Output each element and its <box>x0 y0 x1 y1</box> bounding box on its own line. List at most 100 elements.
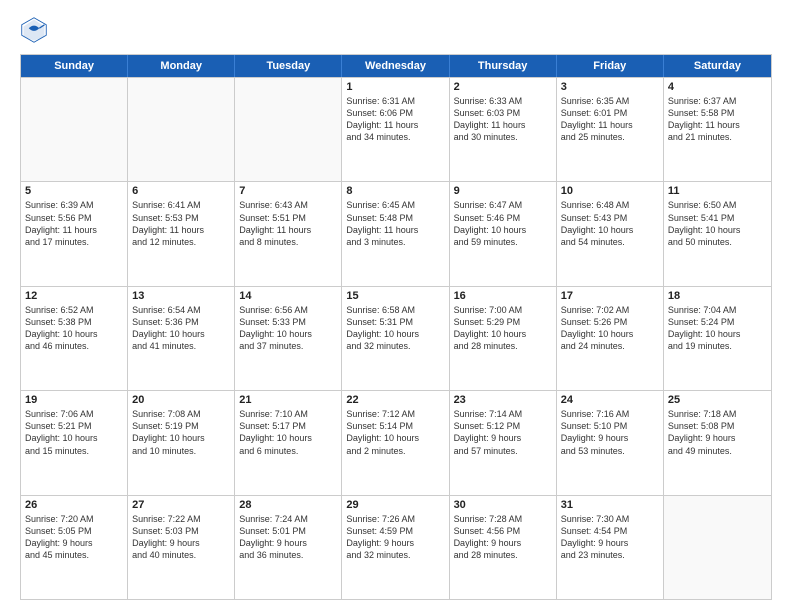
calendar-cell: 18 Sunrise: 7:04 AM Sunset: 5:24 PM Dayli… <box>664 287 771 390</box>
day-number: 1 <box>346 81 444 93</box>
cell-text: Sunrise: 7:00 AM Sunset: 5:29 PM Dayligh… <box>454 304 552 353</box>
logo <box>20 16 52 44</box>
weekday-header: Saturday <box>664 55 771 77</box>
cell-text: Sunrise: 7:06 AM Sunset: 5:21 PM Dayligh… <box>25 408 123 457</box>
day-number: 9 <box>454 185 552 197</box>
cell-text: Sunrise: 6:54 AM Sunset: 5:36 PM Dayligh… <box>132 304 230 353</box>
day-number: 5 <box>25 185 123 197</box>
weekday-header: Wednesday <box>342 55 449 77</box>
cell-text: Sunrise: 7:24 AM Sunset: 5:01 PM Dayligh… <box>239 513 337 562</box>
calendar-cell: 9Sunrise: 6:47 AM Sunset: 5:46 PM Daylig… <box>450 182 557 285</box>
weekday-header: Tuesday <box>235 55 342 77</box>
calendar-cell: 20 Sunrise: 7:08 AM Sunset: 5:19 PM Dayli… <box>128 391 235 494</box>
day-number: 6 <box>132 185 230 197</box>
day-number: 17 <box>561 290 659 302</box>
calendar-cell: 31 Sunrise: 7:30 AM Sunset: 4:54 PM Dayli… <box>557 496 664 599</box>
day-number: 12 <box>25 290 123 302</box>
cell-text: Sunrise: 7:26 AM Sunset: 4:59 PM Dayligh… <box>346 513 444 562</box>
cell-text: Sunrise: 7:20 AM Sunset: 5:05 PM Dayligh… <box>25 513 123 562</box>
weekday-header: Monday <box>128 55 235 77</box>
calendar-cell: 30Sunrise: 7:28 AM Sunset: 4:56 PM Dayli… <box>450 496 557 599</box>
cell-text: Sunrise: 7:14 AM Sunset: 5:12 PM Dayligh… <box>454 408 552 457</box>
day-number: 13 <box>132 290 230 302</box>
calendar-row: 5 Sunrise: 6:39 AM Sunset: 5:56 PM Daylig… <box>21 181 771 285</box>
day-number: 26 <box>25 499 123 511</box>
day-number: 28 <box>239 499 337 511</box>
day-number: 18 <box>668 290 767 302</box>
calendar-cell: 22Sunrise: 7:12 AM Sunset: 5:14 PM Dayli… <box>342 391 449 494</box>
day-number: 16 <box>454 290 552 302</box>
calendar-cell: 29 Sunrise: 7:26 AM Sunset: 4:59 PM Dayli… <box>342 496 449 599</box>
calendar-row: 12 Sunrise: 6:52 AM Sunset: 5:38 PM Dayli… <box>21 286 771 390</box>
calendar-cell: 13 Sunrise: 6:54 AM Sunset: 5:36 PM Dayli… <box>128 287 235 390</box>
calendar-cell: 4 Sunrise: 6:37 AM Sunset: 5:58 PM Daylig… <box>664 78 771 181</box>
cell-text: Sunrise: 7:08 AM Sunset: 5:19 PM Dayligh… <box>132 408 230 457</box>
day-number: 2 <box>454 81 552 93</box>
cell-text: Sunrise: 6:58 AM Sunset: 5:31 PM Dayligh… <box>346 304 444 353</box>
calendar-cell: 21Sunrise: 7:10 AM Sunset: 5:17 PM Dayli… <box>235 391 342 494</box>
calendar-cell: 12 Sunrise: 6:52 AM Sunset: 5:38 PM Dayli… <box>21 287 128 390</box>
day-number: 7 <box>239 185 337 197</box>
calendar-row: 1 Sunrise: 6:31 AM Sunset: 6:06 PM Daylig… <box>21 77 771 181</box>
calendar-cell: 14 Sunrise: 6:56 AM Sunset: 5:33 PM Dayli… <box>235 287 342 390</box>
logo-icon <box>20 16 48 44</box>
calendar-cell <box>21 78 128 181</box>
cell-text: Sunrise: 6:50 AM Sunset: 5:41 PM Dayligh… <box>668 199 767 248</box>
calendar-cell <box>235 78 342 181</box>
calendar-cell: 24Sunrise: 7:16 AM Sunset: 5:10 PM Dayli… <box>557 391 664 494</box>
cell-text: Sunrise: 6:52 AM Sunset: 5:38 PM Dayligh… <box>25 304 123 353</box>
calendar-cell <box>664 496 771 599</box>
day-number: 14 <box>239 290 337 302</box>
calendar-body: 1 Sunrise: 6:31 AM Sunset: 6:06 PM Daylig… <box>21 77 771 599</box>
calendar-cell: 8Sunrise: 6:45 AM Sunset: 5:48 PM Daylig… <box>342 182 449 285</box>
cell-text: Sunrise: 7:04 AM Sunset: 5:24 PM Dayligh… <box>668 304 767 353</box>
cell-text: Sunrise: 7:30 AM Sunset: 4:54 PM Dayligh… <box>561 513 659 562</box>
day-number: 11 <box>668 185 767 197</box>
cell-text: Sunrise: 6:43 AM Sunset: 5:51 PM Dayligh… <box>239 199 337 248</box>
calendar-cell <box>128 78 235 181</box>
header <box>20 16 772 44</box>
cell-text: Sunrise: 6:39 AM Sunset: 5:56 PM Dayligh… <box>25 199 123 248</box>
cell-text: Sunrise: 6:35 AM Sunset: 6:01 PM Dayligh… <box>561 95 659 144</box>
calendar-cell: 27Sunrise: 7:22 AM Sunset: 5:03 PM Dayli… <box>128 496 235 599</box>
cell-text: Sunrise: 6:37 AM Sunset: 5:58 PM Dayligh… <box>668 95 767 144</box>
cell-text: Sunrise: 6:48 AM Sunset: 5:43 PM Dayligh… <box>561 199 659 248</box>
calendar-cell: 5 Sunrise: 6:39 AM Sunset: 5:56 PM Daylig… <box>21 182 128 285</box>
cell-text: Sunrise: 7:16 AM Sunset: 5:10 PM Dayligh… <box>561 408 659 457</box>
day-number: 15 <box>346 290 444 302</box>
calendar-cell: 25 Sunrise: 7:18 AM Sunset: 5:08 PM Dayli… <box>664 391 771 494</box>
calendar-cell: 26 Sunrise: 7:20 AM Sunset: 5:05 PM Dayli… <box>21 496 128 599</box>
day-number: 30 <box>454 499 552 511</box>
day-number: 31 <box>561 499 659 511</box>
calendar-cell: 23 Sunrise: 7:14 AM Sunset: 5:12 PM Dayli… <box>450 391 557 494</box>
calendar-cell: 6Sunrise: 6:41 AM Sunset: 5:53 PM Daylig… <box>128 182 235 285</box>
cell-text: Sunrise: 7:18 AM Sunset: 5:08 PM Dayligh… <box>668 408 767 457</box>
calendar-cell: 10 Sunrise: 6:48 AM Sunset: 5:43 PM Dayli… <box>557 182 664 285</box>
calendar-cell: 2Sunrise: 6:33 AM Sunset: 6:03 PM Daylig… <box>450 78 557 181</box>
day-number: 25 <box>668 394 767 406</box>
calendar-cell: 11 Sunrise: 6:50 AM Sunset: 5:41 PM Dayli… <box>664 182 771 285</box>
day-number: 4 <box>668 81 767 93</box>
day-number: 27 <box>132 499 230 511</box>
day-number: 10 <box>561 185 659 197</box>
cell-text: Sunrise: 6:56 AM Sunset: 5:33 PM Dayligh… <box>239 304 337 353</box>
cell-text: Sunrise: 6:31 AM Sunset: 6:06 PM Dayligh… <box>346 95 444 144</box>
calendar-row: 19Sunrise: 7:06 AM Sunset: 5:21 PM Dayli… <box>21 390 771 494</box>
weekday-header: Friday <box>557 55 664 77</box>
calendar-header: SundayMondayTuesdayWednesdayThursdayFrid… <box>21 55 771 77</box>
calendar-cell: 16 Sunrise: 7:00 AM Sunset: 5:29 PM Dayli… <box>450 287 557 390</box>
cell-text: Sunrise: 7:10 AM Sunset: 5:17 PM Dayligh… <box>239 408 337 457</box>
page: SundayMondayTuesdayWednesdayThursdayFrid… <box>0 0 792 612</box>
calendar-cell: 7 Sunrise: 6:43 AM Sunset: 5:51 PM Daylig… <box>235 182 342 285</box>
day-number: 22 <box>346 394 444 406</box>
day-number: 20 <box>132 394 230 406</box>
calendar-cell: 3Sunrise: 6:35 AM Sunset: 6:01 PM Daylig… <box>557 78 664 181</box>
calendar-cell: 17 Sunrise: 7:02 AM Sunset: 5:26 PM Dayli… <box>557 287 664 390</box>
day-number: 8 <box>346 185 444 197</box>
calendar-cell: 19Sunrise: 7:06 AM Sunset: 5:21 PM Dayli… <box>21 391 128 494</box>
day-number: 29 <box>346 499 444 511</box>
calendar-cell: 28 Sunrise: 7:24 AM Sunset: 5:01 PM Dayli… <box>235 496 342 599</box>
day-number: 23 <box>454 394 552 406</box>
cell-text: Sunrise: 7:02 AM Sunset: 5:26 PM Dayligh… <box>561 304 659 353</box>
calendar: SundayMondayTuesdayWednesdayThursdayFrid… <box>20 54 772 600</box>
